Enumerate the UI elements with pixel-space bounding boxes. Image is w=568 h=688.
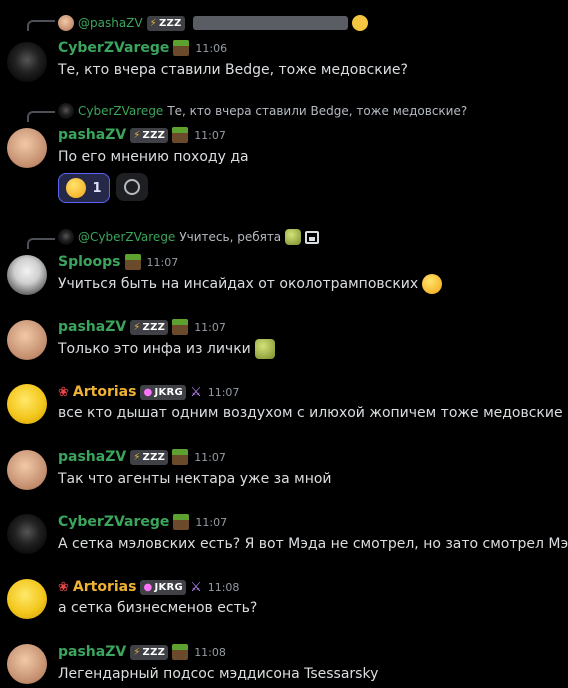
grass-block-icon: [172, 449, 189, 465]
message-header: CyberZVarege 11:07: [58, 512, 227, 532]
grass-block-icon: [172, 644, 189, 660]
avatar[interactable]: [7, 42, 47, 82]
grass-block-icon: [172, 319, 189, 335]
timestamp[interactable]: 11:08: [194, 646, 226, 659]
role-tag: ⚡ ZZZ: [130, 449, 169, 465]
add-reaction-button[interactable]: [116, 173, 148, 201]
message-header: pashaZV ⚡ ZZZ 11:08: [58, 642, 226, 662]
message-header: ❀ Artorias ● JKRG ⚔ 11:07: [58, 382, 239, 402]
username[interactable]: CyberZVarege: [58, 514, 169, 530]
bolt-icon: ⚡: [133, 129, 141, 141]
role-tag: ● JKRG: [140, 384, 187, 400]
role-tag: ⚡ ZZZ: [130, 644, 169, 660]
avatar[interactable]: [7, 255, 47, 295]
reply-preview[interactable]: @pashaZV ⚡ ZZZ: [58, 14, 368, 32]
role-tag: ⚡ ZZZ: [146, 15, 185, 31]
reply-text: Учитесь, ребята: [179, 230, 282, 244]
image-icon: [305, 230, 320, 244]
rose-icon: ❀: [58, 384, 69, 400]
avatar[interactable]: [7, 450, 47, 490]
grass-block-icon: [124, 254, 141, 270]
avatar[interactable]: [7, 514, 47, 554]
reply-author[interactable]: CyberZVarege: [78, 104, 163, 118]
message-text: Только это инфа из лички: [58, 339, 275, 359]
reply-connector: [27, 238, 55, 249]
reply-connector: [27, 111, 55, 122]
message-text: а сетка бизнесменов есть?: [58, 600, 258, 616]
bolt-icon: ⚡: [149, 17, 157, 29]
message-text: Учиться быть на инсайдах от околотрампов…: [58, 274, 443, 294]
message-text: Так что агенты нектара уже за мной: [58, 471, 332, 487]
rose-icon: ❀: [58, 579, 69, 595]
message-text: Те, кто вчера ставили Bedge, тоже медовс…: [58, 62, 408, 78]
reply-connector: [27, 20, 55, 31]
message-text: А сетка мэловских есть? Я вот Мэда не см…: [58, 536, 568, 552]
sword-icon: ⚔: [190, 579, 202, 595]
bolt-icon: ⚡: [133, 451, 141, 463]
message-header: pashaZV ⚡ ZZZ 11:07: [58, 447, 226, 467]
mushroom-icon: ●: [143, 386, 153, 398]
reply-preview[interactable]: CyberZVarege Те, кто вчера ставили Bedge…: [58, 102, 467, 120]
sword-icon: ⚔: [190, 384, 202, 400]
grass-block-icon: [172, 127, 189, 143]
timestamp[interactable]: 11:07: [208, 386, 240, 399]
reply-text: Те, кто вчера ставили Bedge, тоже медовс…: [167, 104, 468, 118]
role-tag: ● JKRG: [140, 579, 187, 595]
timestamp[interactable]: 11:08: [208, 581, 240, 594]
username[interactable]: pashaZV: [58, 449, 126, 465]
reply-author[interactable]: @pashaZV: [78, 16, 143, 30]
timestamp[interactable]: 11:07: [194, 451, 226, 464]
custom-emoji-icon: [254, 339, 275, 359]
message-text: По его мнению походу да: [58, 149, 249, 165]
role-tag: ⚡ ZZZ: [130, 319, 169, 335]
timestamp[interactable]: 11:07: [147, 256, 179, 269]
grass-block-icon: [173, 514, 190, 530]
smile-emoji-icon: [351, 15, 368, 31]
timestamp[interactable]: 11:07: [195, 516, 227, 529]
avatar[interactable]: [7, 384, 47, 424]
avatar[interactable]: [7, 579, 47, 619]
avatar[interactable]: [7, 320, 47, 360]
timestamp[interactable]: 11:06: [195, 42, 227, 55]
message-header: ❀ Artorias ● JKRG ⚔ 11:08: [58, 577, 239, 597]
bolt-icon: ⚡: [133, 321, 141, 333]
laughing-emoji-icon: [66, 178, 87, 198]
avatar[interactable]: [7, 644, 47, 684]
reactions-bar: 1: [0, 173, 200, 203]
reply-preview[interactable]: @CyberZVarege Учитесь, ребята: [58, 228, 320, 246]
role-tag: ⚡ ZZZ: [130, 127, 169, 143]
message-header: CyberZVarege 11:06: [58, 38, 227, 58]
mushroom-icon: ●: [143, 581, 153, 593]
reply-avatar: [58, 15, 74, 31]
message-text: все кто дышат одним воздухом с илюхой жо…: [58, 405, 563, 421]
reply-author[interactable]: @CyberZVarege: [78, 230, 175, 244]
message-header: pashaZV ⚡ ZZZ 11:07: [58, 125, 226, 145]
username[interactable]: Artorias: [73, 579, 137, 595]
username[interactable]: Sploops: [58, 254, 121, 270]
add-reaction-icon: [124, 179, 140, 195]
redacted-text: [192, 16, 348, 30]
message-text: Легендарный подсос мэддисона Tsessarsky: [58, 666, 379, 682]
custom-emoji-icon: [285, 229, 302, 245]
bolt-icon: ⚡: [133, 646, 141, 658]
avatar[interactable]: [7, 128, 47, 168]
username[interactable]: pashaZV: [58, 319, 126, 335]
timestamp[interactable]: 11:07: [194, 129, 226, 142]
reaction-button[interactable]: 1: [58, 173, 110, 203]
timestamp[interactable]: 11:07: [194, 321, 226, 334]
laughing-emoji-icon: [422, 274, 443, 294]
message-header: Sploops 11:07: [58, 252, 178, 272]
username[interactable]: pashaZV: [58, 127, 126, 143]
reaction-count: 1: [92, 180, 102, 196]
username[interactable]: pashaZV: [58, 644, 126, 660]
message-header: pashaZV ⚡ ZZZ 11:07: [58, 317, 226, 337]
username[interactable]: Artorias: [73, 384, 137, 400]
reply-avatar: [58, 229, 74, 245]
grass-block-icon: [173, 40, 190, 56]
reply-avatar: [58, 103, 74, 119]
username[interactable]: CyberZVarege: [58, 40, 169, 56]
